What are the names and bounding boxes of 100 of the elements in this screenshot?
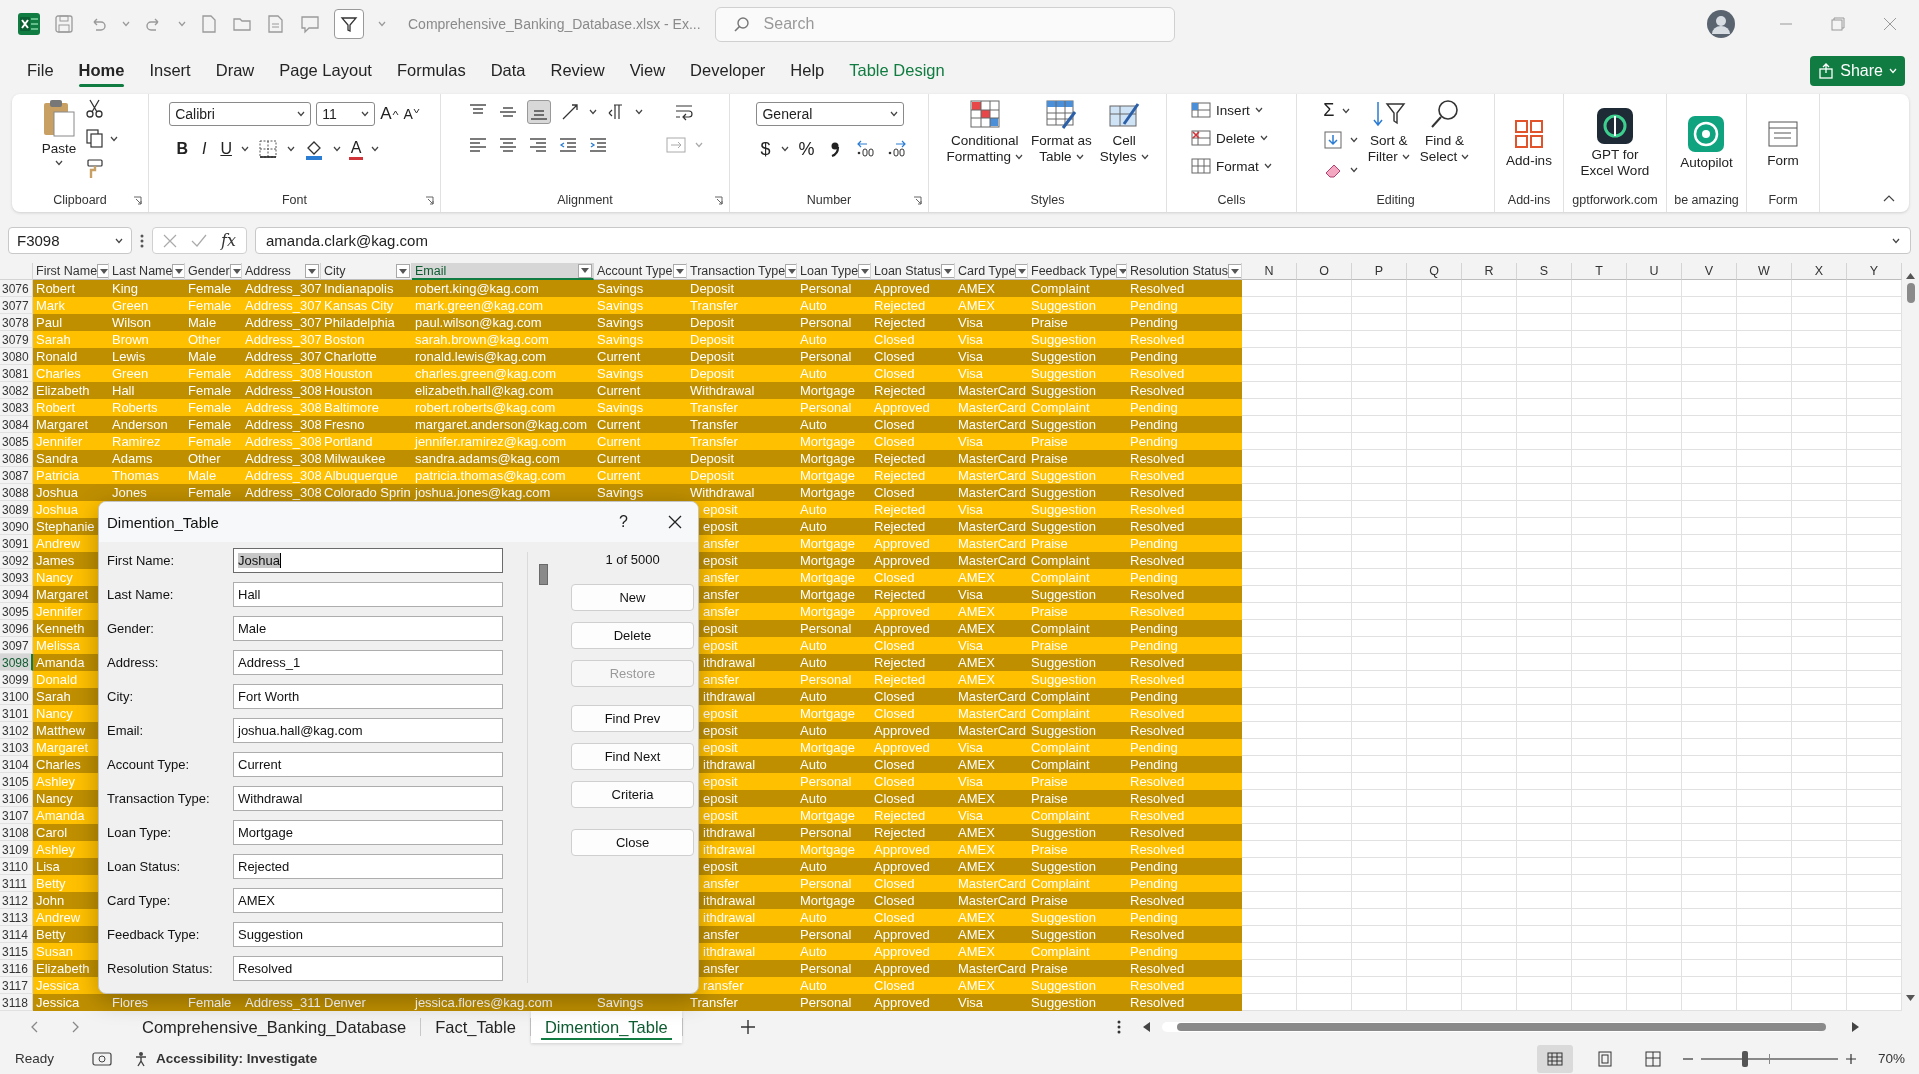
column-header[interactable]: City [321,263,412,280]
input-field[interactable]: Suggestion [233,922,503,947]
add-sheet-icon[interactable] [740,1020,755,1034]
filter-dropdown-button[interactable] [305,264,319,278]
row-header[interactable]: 3077 [0,297,33,314]
row-header[interactable]: 3117 [0,977,33,994]
menu-tab[interactable]: Page Layout [268,55,383,87]
dialog-button[interactable]: Find Prev [571,705,694,732]
column-header[interactable]: First Name [33,263,109,280]
input-field[interactable]: joshua.hall@kag.com [233,718,503,743]
row-header[interactable]: 3085 [0,433,33,450]
more-icon[interactable] [1116,1020,1121,1034]
column-header[interactable]: Resolution Status [1127,263,1242,280]
input-field[interactable]: Male [233,616,503,641]
caret-icon[interactable] [1892,237,1900,244]
caret-icon[interactable] [1075,154,1084,161]
percent-button[interactable]: % [798,138,815,160]
dialog-button[interactable]: Delete [571,622,694,649]
excel-logo[interactable] [18,13,40,35]
font-style-button[interactable]: I [197,140,212,158]
dialog-button[interactable]: New [571,584,694,611]
row-header[interactable]: 3091 [0,535,33,552]
caret-icon[interactable] [115,237,123,244]
column-header[interactable]: Last Name [109,263,185,280]
column-header[interactable]: R [1462,263,1517,280]
ribbon-button[interactable]: Insert [1191,98,1263,122]
ribbon-button[interactable]: Delete [1191,126,1269,150]
slider-thumb[interactable] [1741,1050,1748,1067]
row-header[interactable]: 3081 [0,365,33,382]
row-header[interactable]: 3095 [0,603,33,620]
formula-field[interactable]: amanda.clark@kag.com [254,227,1911,254]
launcher-icon[interactable] [714,196,723,205]
menu-tab[interactable]: Data [479,55,537,87]
input-field[interactable]: Resolved [233,956,503,981]
caret-icon[interactable] [55,160,63,166]
ribbon-button[interactable]: GPT for Excel Word [1580,107,1650,179]
column-header[interactable]: U [1627,263,1682,280]
input-field[interactable]: Withdrawal [233,786,503,811]
normal-view-button[interactable] [1536,1044,1573,1073]
caret-icon[interactable] [1263,163,1272,169]
dialog-button[interactable]: Close [571,829,694,856]
filter-dropdown-button[interactable] [396,264,410,278]
row-header[interactable]: 3112 [0,892,33,909]
caret-icon[interactable] [1341,107,1350,114]
filter-dropdown-button[interactable] [1015,264,1027,278]
row-header[interactable]: 3104 [0,756,33,773]
caret-icon[interactable] [589,109,597,115]
number-format-dropdown[interactable]: General [756,102,905,126]
column-header[interactable]: Feedback Type [1028,263,1127,280]
column-header[interactable]: Gender [185,263,242,280]
column-header[interactable]: Loan Type [797,263,871,280]
input-field[interactable]: Mortgage [233,820,503,845]
row-header[interactable]: 3108 [0,824,33,841]
caret-icon[interactable] [333,146,342,152]
cell-mode-icon[interactable] [92,1050,113,1067]
caret-icon[interactable] [1254,107,1263,113]
caret-icon[interactable] [1349,137,1358,143]
menu-tab[interactable]: Formulas [385,55,477,87]
dialog-button[interactable]: Criteria [571,781,694,808]
ribbon-button[interactable]: Sort & Filter [1367,98,1410,165]
menu-tab[interactable]: Insert [138,55,202,87]
caret-icon[interactable] [110,136,119,142]
row-header[interactable]: 3115 [0,943,33,960]
column-header[interactable]: P [1352,263,1407,280]
menu-tab[interactable]: Review [539,55,616,87]
font-size-dropdown[interactable]: 11 [316,102,376,126]
row-header[interactable]: 3076 [0,280,33,297]
filter-dropdown-button[interactable] [940,264,954,278]
row-header[interactable]: 3090 [0,518,33,535]
font-style-button[interactable]: U [219,140,234,158]
row-header[interactable]: 3078 [0,314,33,331]
ribbon-button[interactable]: Form [1767,117,1799,169]
filter-dropdown-button[interactable] [1116,264,1126,278]
caret-icon[interactable] [287,146,296,152]
name-box[interactable]: F3098 [8,227,132,254]
row-header[interactable]: 3107 [0,807,33,824]
input-field[interactable]: Joshua [233,548,503,573]
row-header[interactable]: 3111 [0,875,33,892]
row-header[interactable]: 3087 [0,467,33,484]
input-field[interactable]: Hall [233,582,503,607]
scrollbar-thumb[interactable] [1906,283,1915,303]
row-header[interactable]: 3084 [0,416,33,433]
filter-dropdown-button[interactable] [172,264,184,278]
column-header[interactable]: Address [242,263,321,280]
caret-icon[interactable] [297,111,306,117]
avatar[interactable] [1707,10,1735,38]
ribbon-button[interactable]: Find & Select [1419,98,1470,165]
menu-tab[interactable]: Table Design [838,55,956,87]
caret-icon[interactable] [1140,154,1149,161]
zoom-level[interactable]: 70% [1877,1051,1905,1066]
menu-tab[interactable]: Help [779,55,836,87]
row-header[interactable]: 3092 [0,552,33,569]
close-icon[interactable] [668,515,682,529]
column-header[interactable]: O [1297,263,1352,280]
column-header[interactable]: Loan Status [871,263,955,280]
caret-icon[interactable] [1260,135,1269,141]
row-header[interactable]: 3093 [0,569,33,586]
row-header[interactable]: 3080 [0,348,33,365]
menu-tab[interactable]: View [618,55,677,87]
scroll-up-icon[interactable] [1906,273,1915,279]
